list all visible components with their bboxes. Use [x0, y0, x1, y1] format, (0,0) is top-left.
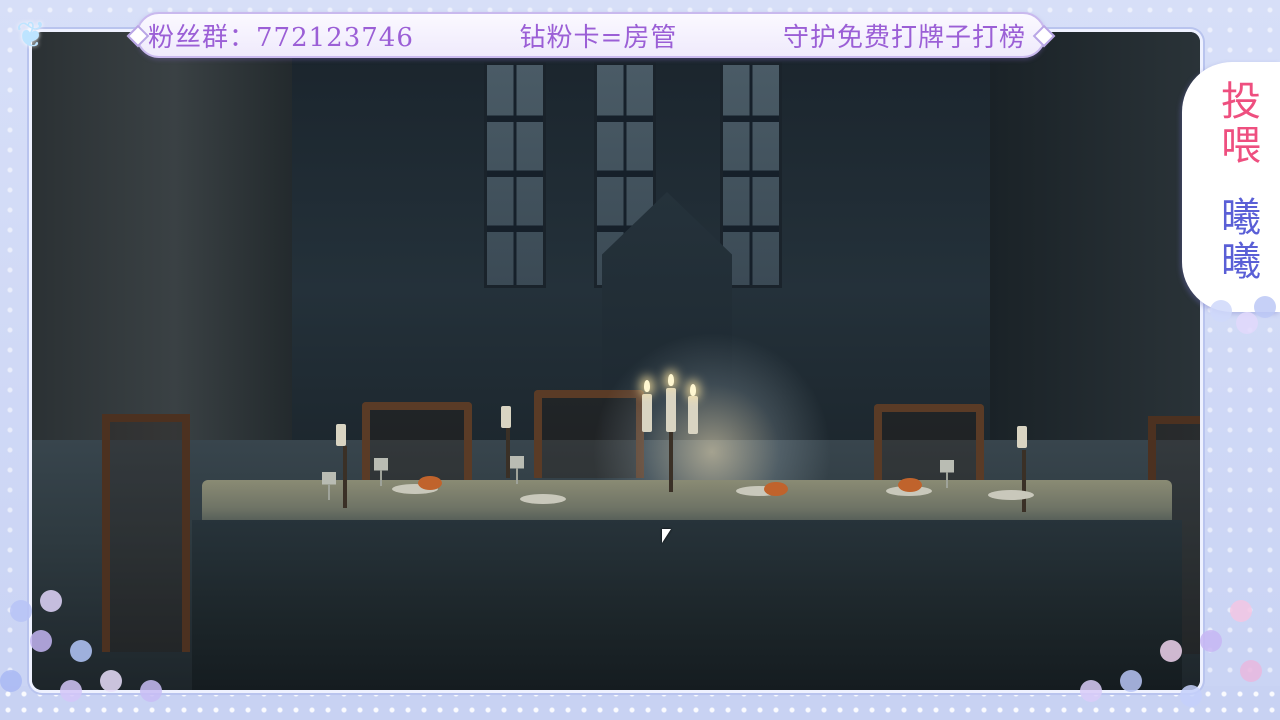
food — [898, 478, 922, 492]
mouse-cursor-icon — [662, 529, 671, 543]
candle — [688, 396, 698, 434]
food — [764, 482, 788, 496]
fan-group-text: 粉丝群：772123746 — [148, 22, 414, 53]
feed-label: 投喂 — [1221, 79, 1261, 169]
flower-decoration-side — [1200, 290, 1280, 350]
streamer-name: 曦曦 — [1221, 195, 1261, 285]
guard-text: 守护免费打牌子打榜 — [782, 22, 1026, 53]
flame — [644, 380, 650, 392]
diamond-card-text: 钻粉卡=房管 — [519, 22, 678, 53]
flower-decoration-right — [1030, 600, 1280, 720]
candle — [1017, 426, 1027, 448]
flame — [690, 384, 696, 396]
candle — [666, 388, 676, 432]
plate — [988, 490, 1034, 500]
butterfly-icon: ❦ — [15, 15, 47, 56]
candle — [642, 394, 652, 432]
goblet — [940, 460, 954, 488]
window-left — [484, 62, 546, 288]
candle — [336, 424, 346, 446]
food — [418, 476, 442, 490]
goblet — [322, 472, 336, 500]
candlestick — [1022, 450, 1026, 512]
chair — [874, 404, 984, 492]
candelabra — [669, 428, 673, 492]
plate — [520, 494, 566, 504]
candlestick — [343, 446, 347, 508]
candle — [501, 406, 511, 428]
goblet — [374, 458, 388, 486]
flower-decoration-left — [0, 580, 220, 720]
flame — [668, 374, 674, 386]
goblet — [510, 456, 524, 484]
fan-info-banner: 粉丝群：772123746 钻粉卡=房管 守护免费打牌子打榜 — [126, 12, 1056, 58]
